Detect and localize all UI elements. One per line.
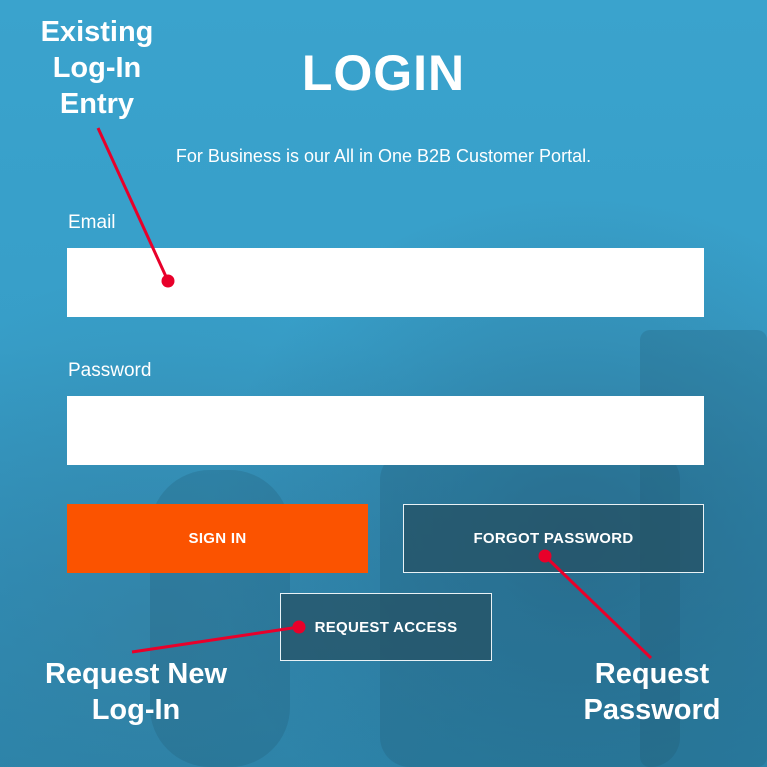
callout-line: Log-In xyxy=(91,694,181,726)
callout-request-password: Request Password xyxy=(572,656,732,728)
arrow-request-password xyxy=(543,554,653,660)
callout-line: Entry xyxy=(59,88,135,120)
callout-existing-login: Existing Log-In Entry xyxy=(28,14,166,122)
arrow-dot-existing-login xyxy=(161,274,175,288)
callout-request-new-login: Request New Log-In xyxy=(36,656,236,728)
callout-line: Request New xyxy=(44,658,228,690)
callout-line: Existing xyxy=(40,16,154,48)
callout-line: Password xyxy=(583,694,721,726)
arrow-existing-login xyxy=(96,127,170,282)
callout-line: Log-In xyxy=(52,52,142,84)
arrow-request-new xyxy=(131,625,300,654)
arrow-dot-request-password xyxy=(538,549,552,563)
callout-line: Request xyxy=(594,658,710,690)
arrow-dot-request-new xyxy=(292,620,306,634)
